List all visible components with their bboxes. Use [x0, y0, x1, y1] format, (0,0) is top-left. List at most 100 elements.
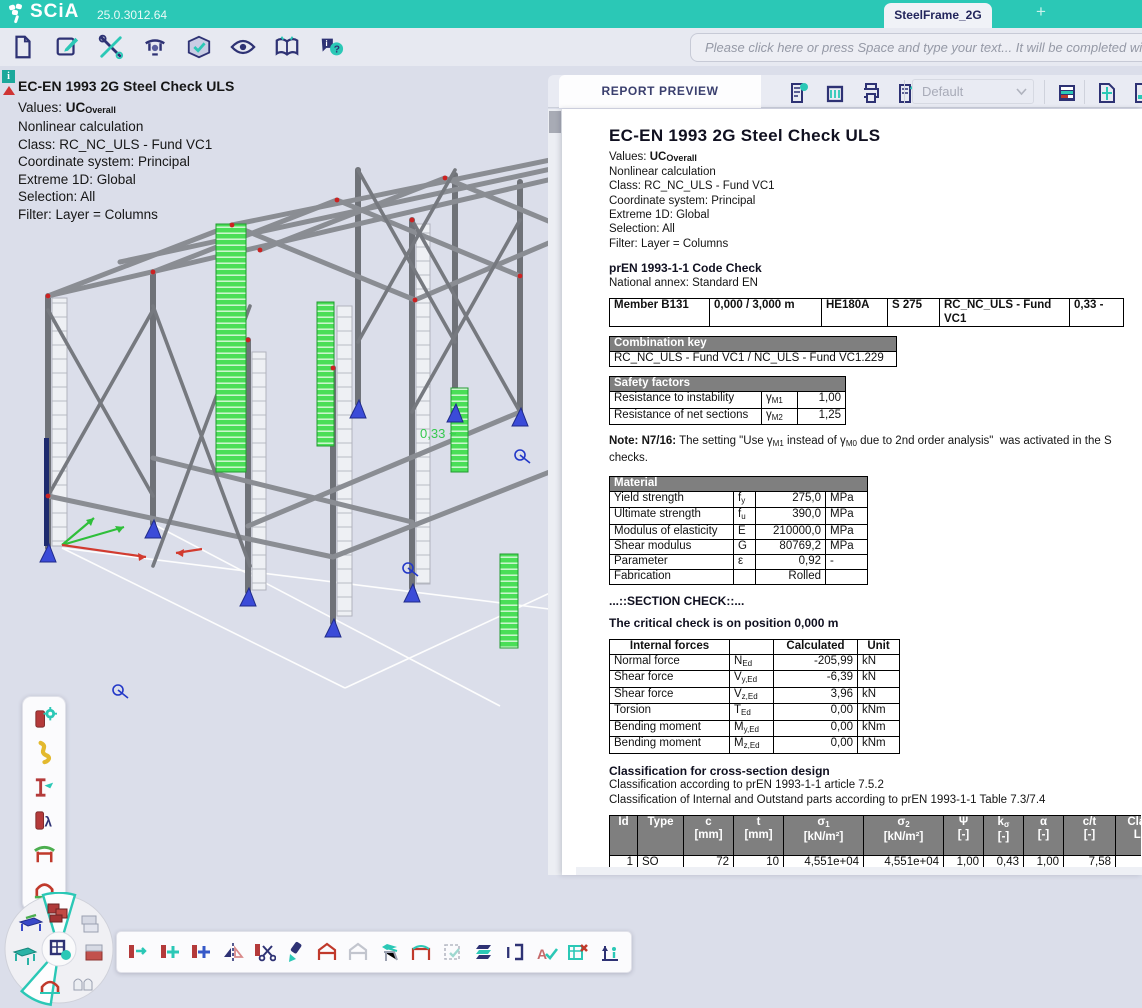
- table-row: Yield strengthfy275,0MPa: [610, 491, 868, 508]
- material-box-icon: [86, 945, 102, 960]
- meta-line: Coordinate system: Principal: [18, 153, 234, 171]
- page-view-icon[interactable]: [1128, 78, 1142, 107]
- chevron-down-icon: [1016, 88, 1027, 96]
- table-style-icon[interactable]: [1052, 78, 1081, 107]
- project-tab[interactable]: SteelFrame_2G: [884, 3, 992, 28]
- report-meta: Nonlinear calculationClass: RC_NC_ULS - …: [609, 165, 1141, 251]
- table-row: Ultimate strengthfu390,0MPa: [610, 508, 868, 525]
- frame-canopy-icon[interactable]: [31, 841, 58, 868]
- steel-code-check-icon[interactable]: [31, 773, 58, 800]
- meta-line: Nonlinear calculation: [609, 165, 1141, 179]
- cut-member-icon[interactable]: [252, 940, 276, 965]
- scia-app-window: { "app": { "brand": "SCiA", "version": "…: [0, 0, 1142, 1008]
- report-page: EC-EN 1993 2G Steel Check ULS Values: UC…: [562, 109, 1142, 875]
- table-row: IdTypec[mm]t[mm]σ1[kN/m²]σ2[kN/m²]Ψ[-]kσ…: [610, 815, 1142, 855]
- svg-text:λ: λ: [44, 814, 52, 829]
- internal-forces-table: Internal forcesCalculatedUnit Normal for…: [609, 639, 900, 754]
- meta-line: Extreme 1D: Global: [609, 208, 1141, 222]
- format-brush-icon[interactable]: [283, 940, 307, 965]
- meta-line: Filter: Layer = Columns: [18, 206, 234, 224]
- dimension-info-icon[interactable]: [598, 940, 622, 965]
- check-model-icon[interactable]: [184, 33, 213, 62]
- portal-frame-icon[interactable]: [409, 940, 433, 965]
- table-row: RC_NC_ULS - Fund VC1 / NC_ULS - Fund VC1…: [610, 352, 897, 367]
- scrollbar-thumb[interactable]: [549, 111, 561, 133]
- national-annex-line: National annex: Standard EN: [609, 276, 1141, 290]
- table-layers-icon[interactable]: [378, 940, 402, 965]
- library-icon[interactable]: [272, 33, 301, 62]
- report-preview-tab[interactable]: REPORT PREVIEW: [559, 75, 761, 108]
- view-icon[interactable]: [228, 33, 257, 62]
- page-layout-icon[interactable]: [1092, 78, 1121, 107]
- table-row: Resistance to instabilityγM11,00: [610, 392, 846, 409]
- code-check-heading: prEN 1993-1-1 Code Check: [609, 261, 1141, 275]
- mirror-icon[interactable]: [220, 940, 244, 965]
- print-icon[interactable]: [856, 78, 885, 107]
- svg-text:A: A: [537, 946, 547, 962]
- steel-member-settings-icon[interactable]: [31, 705, 58, 732]
- add-report-item-icon[interactable]: [784, 78, 813, 107]
- new-project-icon[interactable]: [8, 33, 37, 62]
- table-row: Parameterε0,92-: [610, 554, 868, 569]
- table-row: Member B1310,000 / 3,000 mHE180AS 275RC_…: [610, 299, 1124, 327]
- meta-line: Class: RC_NC_ULS - Fund VC1: [18, 136, 234, 154]
- table-row: Bending momentMy,Ed0,00kNm: [610, 720, 900, 737]
- svg-text:i: i: [325, 38, 327, 48]
- table-row: TorsionTEd0,00kNm: [610, 704, 900, 721]
- new-tab-button[interactable]: +: [1030, 2, 1052, 22]
- table-row: Modulus of elasticityE210000,0MPa: [610, 524, 868, 539]
- edit-icon[interactable]: [52, 33, 81, 62]
- concrete-blocks-icon: [82, 916, 98, 932]
- stability-check-icon[interactable]: λ: [31, 807, 58, 834]
- insert-node-icon[interactable]: [189, 940, 213, 965]
- note-line: Note: N7/16: The setting "Use γM1 instea…: [609, 434, 1141, 466]
- table-row: Shear forceVy,Ed-6,39kN: [610, 671, 900, 688]
- meta-line: Class: RC_NC_ULS - Fund VC1: [609, 179, 1141, 193]
- deformed-shape-icon[interactable]: [31, 739, 58, 766]
- report-header: REPORT PREVIEW Default: [548, 75, 1142, 108]
- uc-result-label: 0,33 ~: [420, 426, 457, 441]
- safety-factors-table: Safety factors Resistance to instability…: [609, 376, 846, 425]
- layers-icon[interactable]: [472, 940, 496, 965]
- select-region-icon[interactable]: [440, 940, 464, 965]
- critical-check-line: The critical check is on position 0,000 …: [609, 616, 1141, 630]
- meta-line: Nonlinear calculation: [18, 118, 234, 136]
- frame-icon[interactable]: [315, 940, 339, 965]
- table-row: Resistance of net sectionsγM21,25: [610, 408, 846, 425]
- table-row: Normal forceNEd-205,99kN: [610, 654, 900, 671]
- report-scrollbar[interactable]: [548, 109, 562, 875]
- brand-name: SCiA: [30, 1, 79, 23]
- table-row: Shear forceVz,Ed3,96kN: [610, 687, 900, 704]
- overlay-title: EC-EN 1993 2G Steel Check ULS: [18, 78, 234, 96]
- combination-key-table: Combination key RC_NC_ULS - Fund VC1 / N…: [609, 336, 897, 367]
- overlay-values-line: Values: UCOverall: [18, 99, 234, 119]
- meta-line: Coordinate system: Principal: [609, 194, 1141, 208]
- move-member-icon[interactable]: [126, 940, 150, 965]
- report-style-selector[interactable]: Default: [912, 79, 1034, 104]
- classification-table-wrap: IdTypec[mm]t[mm]σ1[kN/m²]σ2[kN/m²]Ψ[-]kσ…: [609, 815, 1141, 875]
- title-bar: SCiA 25.0.3012.64 SteelFrame_2G +: [0, 0, 1142, 28]
- report-preview-panel: REPORT PREVIEW Default EC-EN 1993 2G Ste…: [548, 75, 1142, 875]
- edit-toolbar: I A: [116, 931, 632, 973]
- help-icon[interactable]: i?: [316, 33, 345, 62]
- rename-icon[interactable]: I: [503, 940, 527, 965]
- meta-line: Filter: Layer = Columns: [609, 237, 1141, 251]
- scia-logo-icon: [6, 3, 28, 30]
- delete-report-item-icon[interactable]: [820, 78, 849, 107]
- add-node-icon[interactable]: [157, 940, 181, 965]
- version-label: 25.0.3012.64: [97, 8, 167, 22]
- command-search-input[interactable]: Please click here or press Space and typ…: [690, 33, 1142, 62]
- report-hscrollbar[interactable]: [576, 867, 1142, 875]
- delete-table-icon[interactable]: [566, 940, 590, 965]
- analysis-model-icon[interactable]: [140, 33, 169, 62]
- tools-icon[interactable]: [96, 33, 125, 62]
- meta-line: Selection: All: [609, 222, 1141, 236]
- workstation-wheel[interactable]: [0, 892, 120, 1008]
- meta-line: Extreme 1D: Global: [18, 171, 234, 189]
- classification-table: IdTypec[mm]t[mm]σ1[kN/m²]σ2[kN/m²]Ψ[-]kσ…: [609, 815, 1141, 875]
- svg-text:?: ?: [333, 45, 339, 56]
- check-text-icon[interactable]: A: [535, 940, 559, 965]
- frame-disabled-icon[interactable]: [346, 940, 370, 965]
- member-summary-table: Member B1310,000 / 3,000 mHE180AS 275RC_…: [609, 298, 1124, 327]
- view-result-overlay: EC-EN 1993 2G Steel Check ULS Values: UC…: [18, 78, 234, 223]
